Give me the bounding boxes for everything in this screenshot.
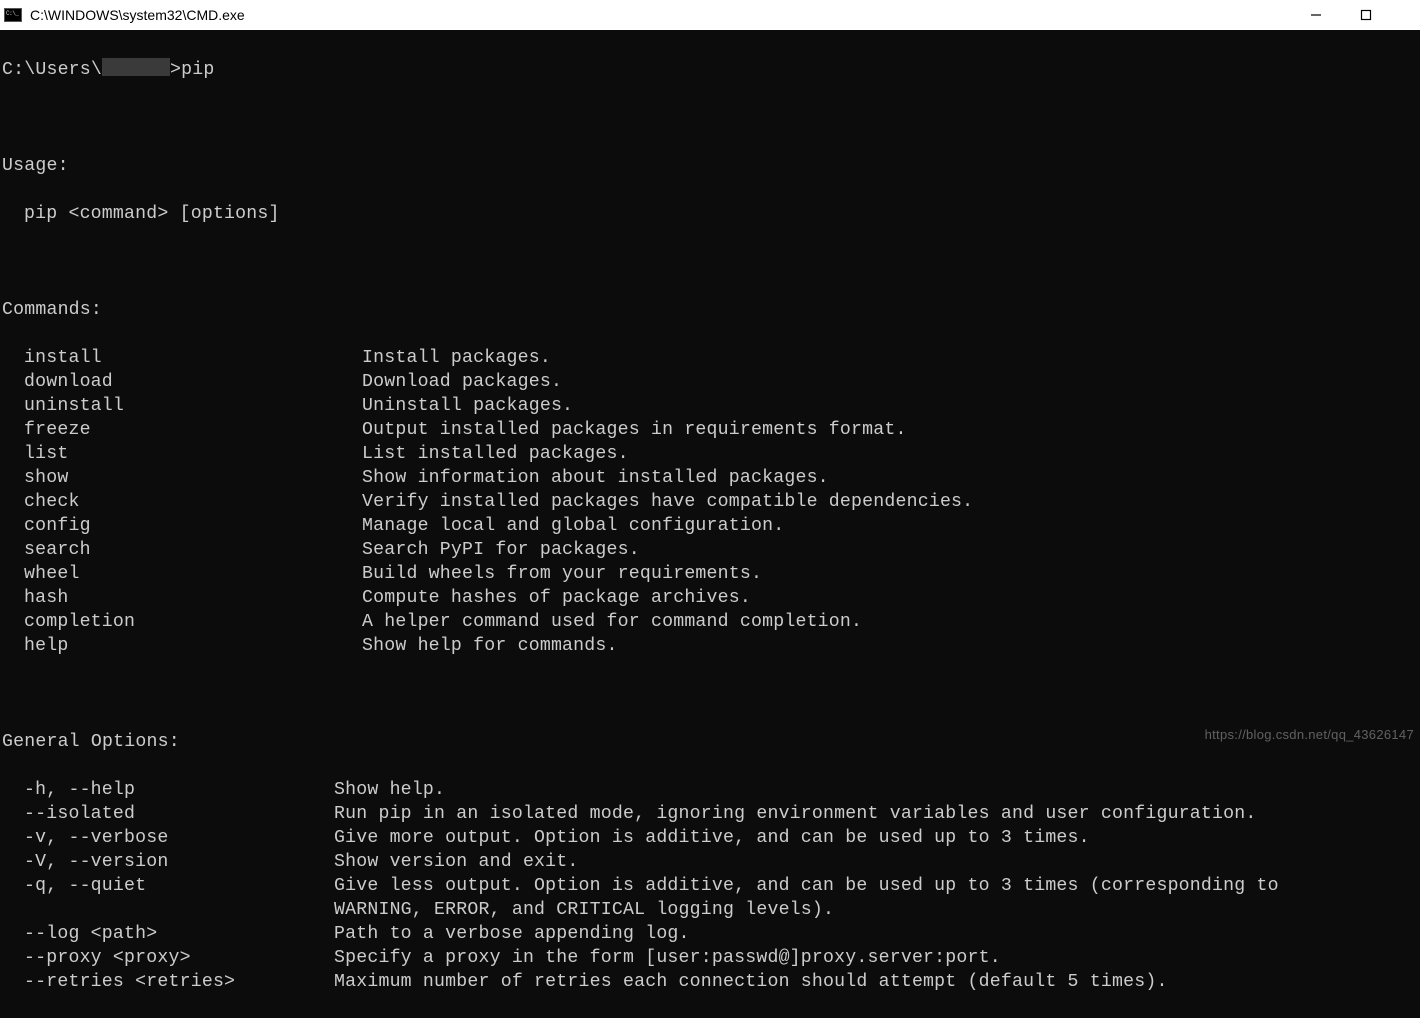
- option-desc: Show help.: [334, 778, 445, 802]
- option-flag: --log <path>: [2, 922, 334, 946]
- command-desc: Download packages.: [362, 370, 562, 394]
- option-row: -V, --versionShow version and exit.: [2, 850, 1420, 874]
- option-desc: Specify a proxy in the form [user:passwd…: [334, 946, 1001, 970]
- window-controls: [1306, 5, 1416, 25]
- option-flag: --isolated: [2, 802, 334, 826]
- command-name: freeze: [2, 418, 362, 442]
- usage-text: pip <command> [options]: [2, 202, 280, 226]
- option-flag: --proxy <proxy>: [2, 946, 334, 970]
- command-name: wheel: [2, 562, 362, 586]
- command-row: wheelBuild wheels from your requirements…: [2, 562, 1420, 586]
- command-name: install: [2, 346, 362, 370]
- prompt-suffix: >pip: [170, 60, 214, 80]
- option-flag: -h, --help: [2, 778, 334, 802]
- option-flag: -v, --verbose: [2, 826, 334, 850]
- option-desc: Give less output. Option is additive, an…: [334, 874, 1279, 898]
- option-desc: Run pip in an isolated mode, ignoring en…: [334, 802, 1257, 826]
- command-desc: A helper command used for command comple…: [362, 610, 862, 634]
- option-flag: --retries <retries>: [2, 970, 334, 994]
- option-flag: -q, --quiet: [2, 874, 334, 898]
- command-row: searchSearch PyPI for packages.: [2, 538, 1420, 562]
- command-desc: Uninstall packages.: [362, 394, 573, 418]
- option-desc: Maximum number of retries each connectio…: [334, 970, 1168, 994]
- option-desc: Show version and exit.: [334, 850, 579, 874]
- command-desc: Manage local and global configuration.: [362, 514, 784, 538]
- command-row: showShow information about installed pac…: [2, 466, 1420, 490]
- command-row: freezeOutput installed packages in requi…: [2, 418, 1420, 442]
- command-row: uninstallUninstall packages.: [2, 394, 1420, 418]
- command-row: helpShow help for commands.: [2, 634, 1420, 658]
- command-desc: Install packages.: [362, 346, 551, 370]
- option-row: --isolatedRun pip in an isolated mode, i…: [2, 802, 1420, 826]
- command-desc: Show help for commands.: [362, 634, 618, 658]
- usage-line: pip <command> [options]: [2, 202, 1420, 226]
- option-desc: Path to a verbose appending log.: [334, 922, 690, 946]
- maximize-button[interactable]: [1356, 5, 1376, 25]
- censored-username: [102, 58, 170, 76]
- prompt-prefix: C:\Users\: [2, 60, 102, 80]
- titlebar: C:\WINDOWS\system32\CMD.exe: [0, 0, 1420, 30]
- command-row: hashCompute hashes of package archives.: [2, 586, 1420, 610]
- option-row: -v, --verboseGive more output. Option is…: [2, 826, 1420, 850]
- prompt-line: C:\Users\ >pip: [2, 56, 1420, 82]
- command-row: listList installed packages.: [2, 442, 1420, 466]
- commands-header: Commands:: [2, 298, 1420, 322]
- command-name: help: [2, 634, 362, 658]
- terminal-output[interactable]: C:\Users\ >pip Usage: pip <command> [opti…: [0, 30, 1420, 1018]
- command-desc: Output installed packages in requirement…: [362, 418, 907, 442]
- option-row: --proxy <proxy>Specify a proxy in the fo…: [2, 946, 1420, 970]
- blank-line: [2, 106, 1420, 130]
- window-title: C:\WINDOWS\system32\CMD.exe: [30, 7, 245, 23]
- option-desc: Give more output. Option is additive, an…: [334, 826, 1090, 850]
- minimize-button[interactable]: [1306, 5, 1326, 25]
- command-name: list: [2, 442, 362, 466]
- command-row: installInstall packages.: [2, 346, 1420, 370]
- option-row: -h, --helpShow help.: [2, 778, 1420, 802]
- command-desc: Build wheels from your requirements.: [362, 562, 762, 586]
- option-flag: -V, --version: [2, 850, 334, 874]
- command-desc: Compute hashes of package archives.: [362, 586, 751, 610]
- command-name: config: [2, 514, 362, 538]
- blank-line: [2, 682, 1420, 706]
- command-row: completionA helper command used for comm…: [2, 610, 1420, 634]
- option-row: --log <path>Path to a verbose appending …: [2, 922, 1420, 946]
- option-row: -q, --quietGive less output. Option is a…: [2, 874, 1420, 898]
- command-name: check: [2, 490, 362, 514]
- command-name: hash: [2, 586, 362, 610]
- usage-header: Usage:: [2, 154, 1420, 178]
- command-name: completion: [2, 610, 362, 634]
- command-desc: Search PyPI for packages.: [362, 538, 640, 562]
- blank-line: [2, 250, 1420, 274]
- watermark-text: https://blog.csdn.net/qq_43626147: [1205, 727, 1414, 742]
- option-row: --retries <retries>Maximum number of ret…: [2, 970, 1420, 994]
- cmd-icon: [4, 7, 22, 23]
- command-row: checkVerify installed packages have comp…: [2, 490, 1420, 514]
- command-row: configManage local and global configurat…: [2, 514, 1420, 538]
- command-row: downloadDownload packages.: [2, 370, 1420, 394]
- command-name: uninstall: [2, 394, 362, 418]
- command-name: show: [2, 466, 362, 490]
- command-desc: Verify installed packages have compatibl…: [362, 490, 973, 514]
- option-row: WARNING, ERROR, and CRITICAL logging lev…: [2, 898, 1420, 922]
- command-desc: List installed packages.: [362, 442, 629, 466]
- command-name: download: [2, 370, 362, 394]
- option-desc: WARNING, ERROR, and CRITICAL logging lev…: [334, 898, 834, 922]
- command-desc: Show information about installed package…: [362, 466, 829, 490]
- command-name: search: [2, 538, 362, 562]
